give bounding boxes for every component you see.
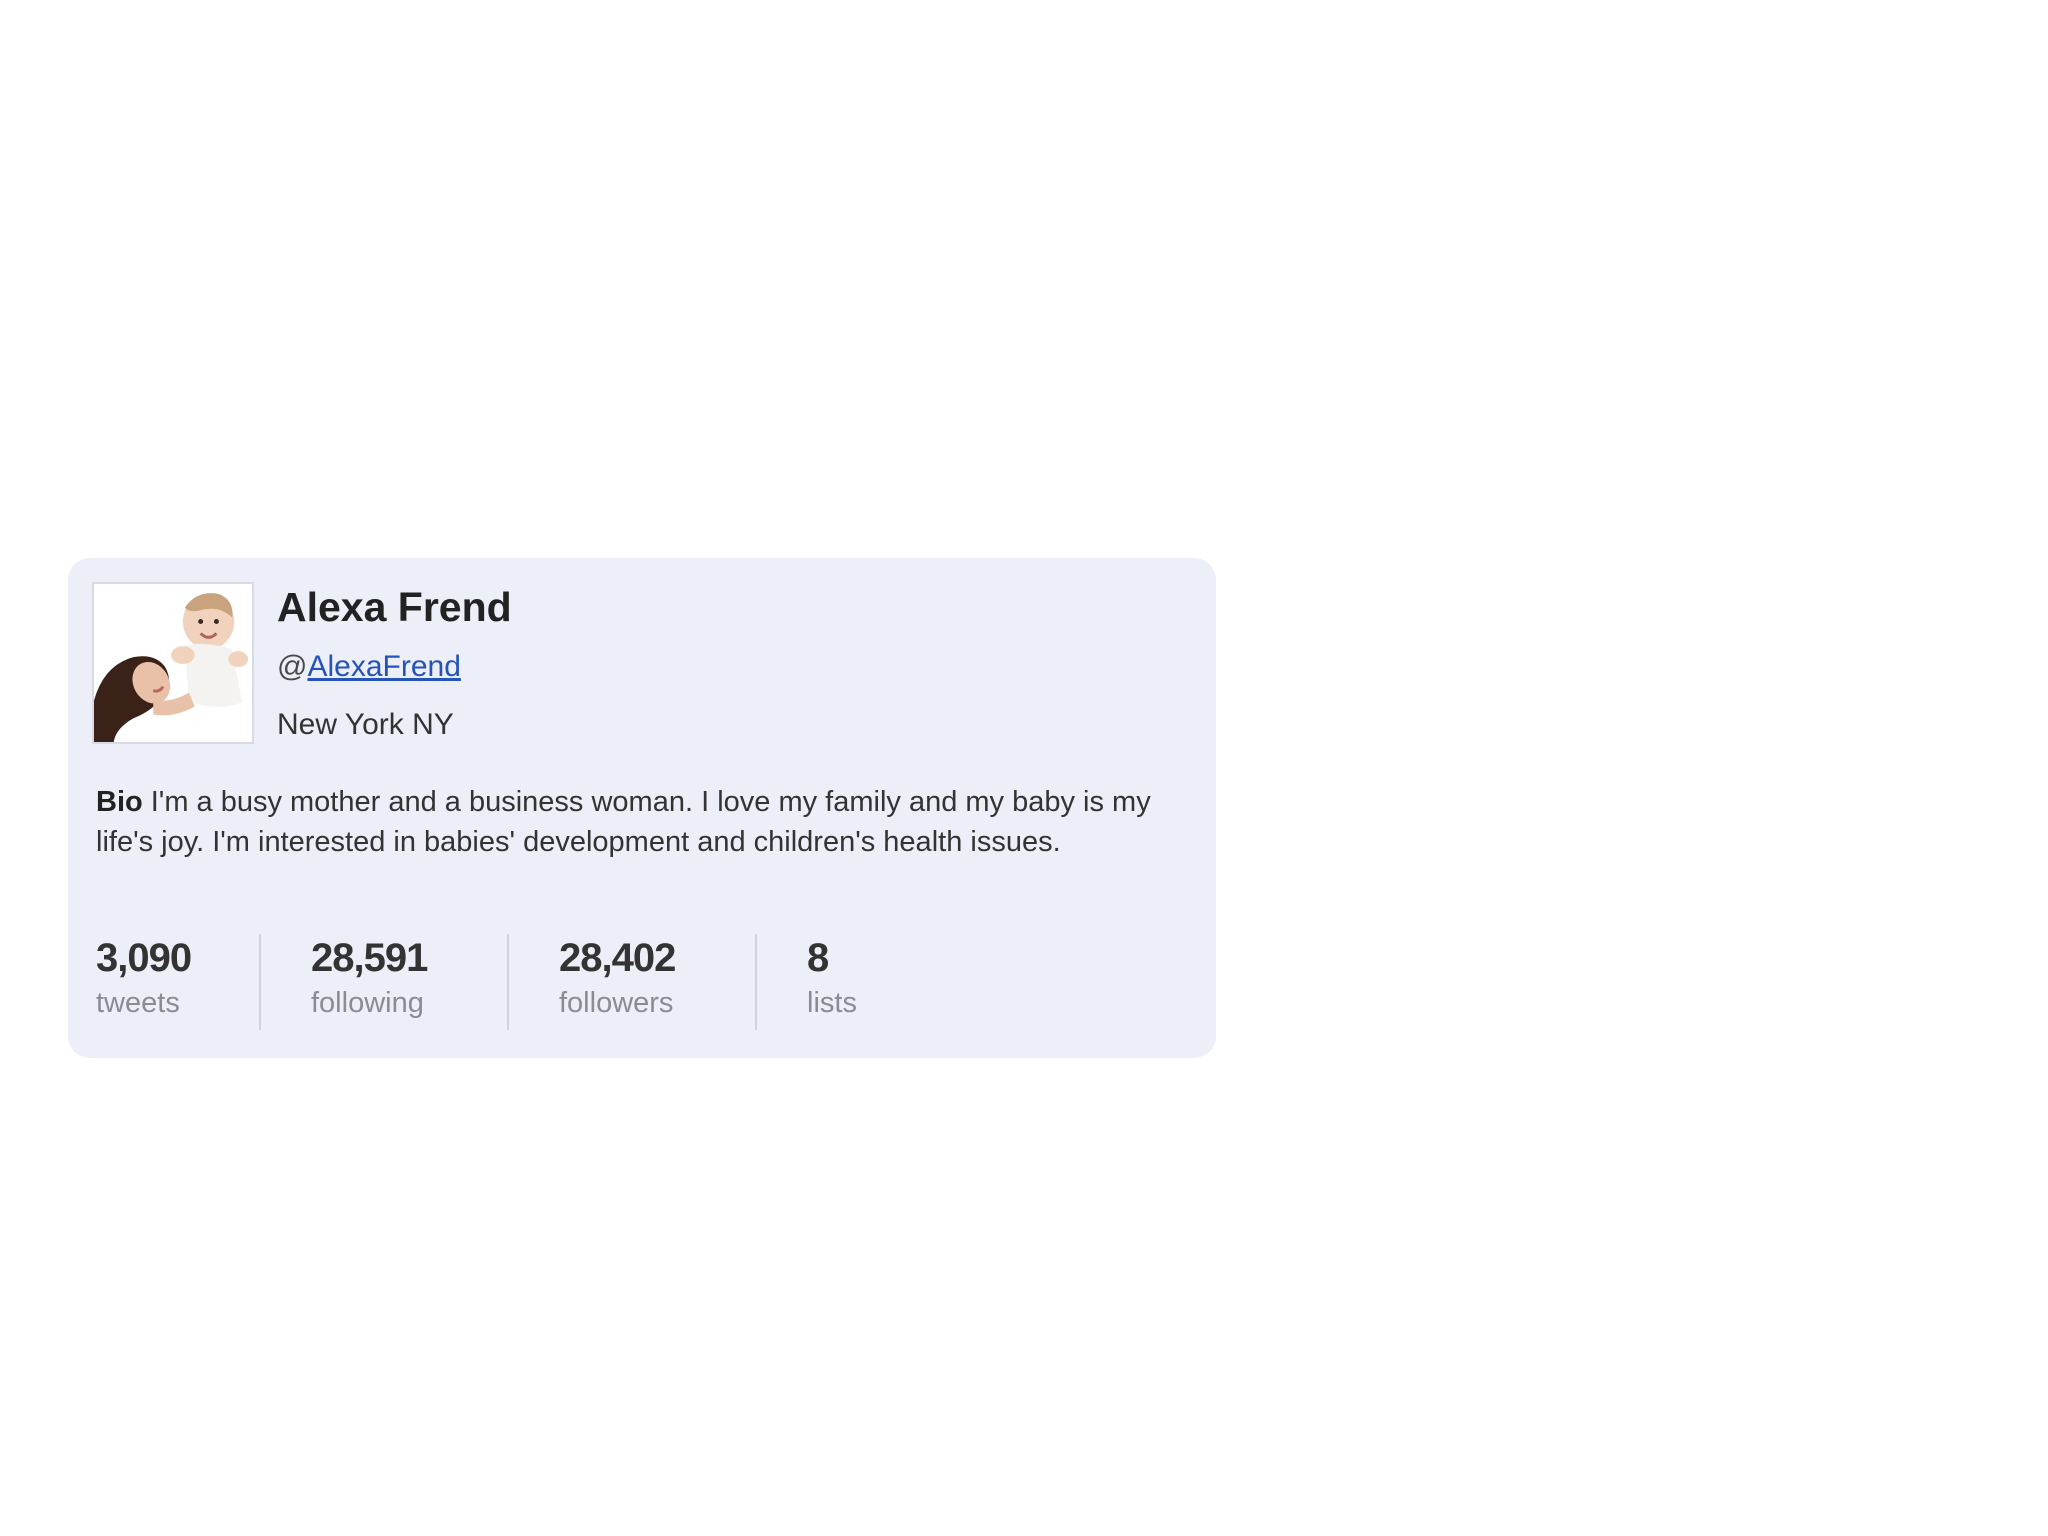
profile-stats: 3,090 tweets 28,591 following 28,402 fol… — [96, 934, 915, 1030]
profile-photo — [94, 584, 252, 742]
avatar[interactable] — [92, 582, 254, 744]
stat-followers-value: 28,402 — [559, 936, 676, 980]
profile-location: New York NY — [277, 708, 454, 741]
stat-following-label: following — [311, 987, 424, 1019]
profile-handle: @AlexaFrend — [277, 650, 461, 684]
handle-prefix: @ — [277, 650, 308, 683]
stat-following-value: 28,591 — [311, 936, 428, 980]
stat-tweets[interactable]: 3,090 tweets — [96, 934, 259, 1030]
stat-tweets-label: tweets — [96, 987, 180, 1019]
bio-label: Bio — [96, 786, 143, 818]
stat-lists[interactable]: 8 lists — [755, 934, 915, 1030]
profile-card: Alexa Frend @AlexaFrend New York NY Bio I… — [68, 558, 1216, 1058]
stat-lists-label: lists — [807, 987, 857, 1019]
bio-text: I'm a busy mother and a business woman. … — [96, 786, 1151, 858]
handle-link[interactable]: AlexaFrend — [307, 650, 460, 683]
stat-followers[interactable]: 28,402 followers — [507, 934, 755, 1030]
stat-tweets-value: 3,090 — [96, 936, 192, 980]
stat-followers-label: followers — [559, 987, 674, 1019]
stat-following[interactable]: 28,591 following — [259, 934, 507, 1030]
stat-lists-value: 8 — [807, 936, 829, 980]
profile-name: Alexa Frend — [277, 584, 512, 630]
profile-bio: Bio I'm a busy mother and a business woma… — [96, 782, 1192, 862]
